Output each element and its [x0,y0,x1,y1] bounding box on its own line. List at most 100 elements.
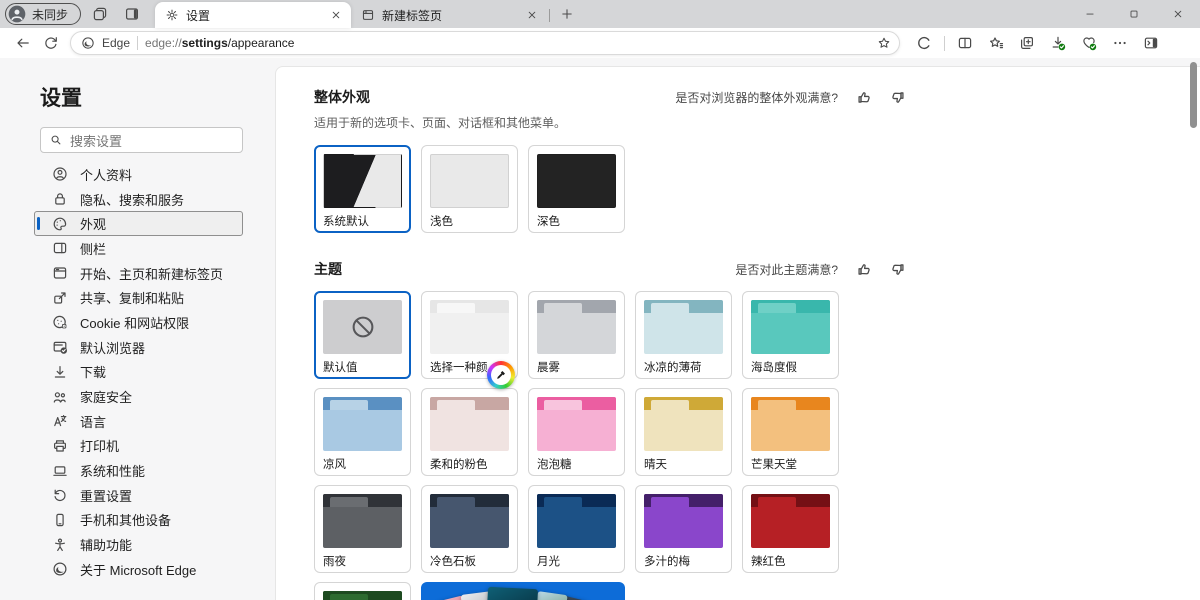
theme-card[interactable]: 芒果天堂 [742,388,839,476]
browser-toolbar: Edge edge://settings/appearance [0,28,1200,58]
theme-preview [644,494,723,548]
sidebar-item[interactable]: 重置设置 [0,483,275,508]
profile-button[interactable]: 未同步 [5,3,81,25]
maximize-button[interactable] [1112,0,1156,28]
collections-button[interactable] [1013,30,1041,56]
download-icon [52,364,68,380]
gear-icon [165,8,179,22]
theme-card[interactable]: 柔和的粉色 [421,388,518,476]
tab-new-tab[interactable]: 新建标签页 [351,2,547,28]
sidebar-panel-icon [52,240,68,256]
back-button[interactable] [10,30,36,56]
theme-card[interactable]: 凉风 [314,388,411,476]
favorite-this-page-button[interactable] [873,33,895,53]
theme-gallery-card[interactable] [421,582,625,600]
sidebar-item-label: Cookie 和网站权限 [80,313,189,332]
sidebar-item[interactable]: 共享、复制和粘贴 [0,285,275,310]
theme-card[interactable]: 冷色石板 [421,485,518,573]
sidebar-toggle-button[interactable] [1137,30,1165,56]
theme-label: 月光 [537,553,616,567]
appearance-option-card[interactable]: 深色 [528,145,625,233]
theme-card[interactable]: 辣红色 [742,485,839,573]
sidebar-item[interactable]: 系统和性能 [0,458,275,483]
theme-card[interactable]: 泡泡糖 [528,388,625,476]
tab-close-button[interactable] [523,6,541,24]
maximize-icon [1129,9,1139,19]
favorites-button[interactable] [982,30,1010,56]
theme-card[interactable]: 选择一种颜... [421,291,518,379]
theme-label: 柔和的粉色 [430,456,509,470]
settings-sidebar: 设置 搜索设置 个人资料隐私、搜索和服务外观侧栏开始、主页和新建标签页共享、复制… [0,58,275,600]
sidebar-item[interactable]: 手机和其他设备 [0,508,275,533]
thumbs-up-icon[interactable] [856,261,873,278]
copilot-button[interactable] [910,30,938,56]
theme-card[interactable]: 默认值 [314,291,411,379]
theme-preview [644,300,723,354]
vertical-scrollbar [1190,62,1197,596]
sidebar-item[interactable]: 外观 [34,211,243,236]
sidebar-item-label: 共享、复制和粘贴 [80,288,184,307]
more-button[interactable] [1106,30,1134,56]
printer-icon [52,438,68,454]
edge-logo-icon [81,36,95,50]
theme-label: 辣红色 [751,553,830,567]
color-picker-button[interactable] [487,361,515,389]
theme-label: 雨夜 [323,553,402,567]
thumbs-down-icon[interactable] [889,261,906,278]
appearance-option-card[interactable]: 系统默认 [314,145,411,233]
split-screen-icon [957,35,973,51]
theme-preview [430,300,509,354]
sidebar-item[interactable]: 侧栏 [0,236,275,261]
reset-icon [52,487,68,503]
sidebar-item[interactable]: 打印机 [0,434,275,459]
language-icon [52,413,68,429]
theme-card[interactable]: 雨夜 [314,485,411,573]
sidebar-item[interactable]: 隐私、搜索和服务 [0,187,275,212]
sidebar-item[interactable]: 个人资料 [0,162,275,187]
tab-close-button[interactable] [327,6,345,24]
tab-settings[interactable]: 设置 [155,2,351,28]
settings-page: 设置 搜索设置 个人资料隐私、搜索和服务外观侧栏开始、主页和新建标签页共享、复制… [0,58,1200,600]
address-bar[interactable]: Edge edge://settings/appearance [70,31,900,55]
favorites-icon [988,35,1004,51]
themes-grid: 默认值选择一种颜...晨雾冰凉的薄荷海岛度假凉风柔和的粉色 泡泡糖晴天芒果天堂雨夜… [314,291,906,600]
refresh-button[interactable] [38,30,64,56]
theme-label: 海岛度假 [751,359,830,373]
thumbs-down-icon[interactable] [889,89,906,106]
appearance-preview [537,154,616,208]
url-text: edge://settings/appearance [145,36,866,50]
workspaces-button[interactable] [87,2,113,26]
search-settings-input[interactable]: 搜索设置 [40,127,243,153]
downloads-button[interactable] [1044,30,1072,56]
appearance-option-card[interactable]: 浅色 [421,145,518,233]
theme-card[interactable]: 晨雾 [528,291,625,379]
sidebar-item[interactable]: 下载 [0,360,275,385]
sidebar-item[interactable]: 默认浏览器 [0,335,275,360]
theme-card[interactable]: 月光 [528,485,625,573]
thumbs-up-icon[interactable] [856,89,873,106]
browser-essentials-button[interactable] [1075,30,1103,56]
theme-card[interactable]: 海岛度假 [742,291,839,379]
theme-card[interactable]: 冰凉的薄荷 [635,291,732,379]
sidebar-item[interactable]: 家庭安全 [0,384,275,409]
sidebar-item[interactable]: 开始、主页和新建标签页 [0,261,275,286]
tab-actions-button[interactable] [119,2,145,26]
appearance-preview [430,154,509,208]
sidebar-item[interactable]: 辅助功能 [0,532,275,557]
sidebar-item[interactable]: 关于 Microsoft Edge [0,557,275,582]
theme-card[interactable]: 多汁的梅 [635,485,732,573]
scrollbar-thumb[interactable] [1190,62,1197,128]
theme-card[interactable]: 晴天 [635,388,732,476]
minimize-button[interactable] [1068,0,1112,28]
theme-card[interactable] [314,582,411,600]
theme-preview [430,397,509,451]
sidebar-item[interactable]: Cookie 和网站权限 [0,310,275,335]
new-tab-button[interactable] [554,2,580,26]
close-icon [331,10,341,20]
sidebar-item[interactable]: 语言 [0,409,275,434]
theme-label: 冷色石板 [430,553,509,567]
split-screen-button[interactable] [951,30,979,56]
browser-essentials-icon [1081,35,1097,51]
sidebar-item-label: 手机和其他设备 [80,510,171,529]
close-button[interactable] [1156,0,1200,28]
